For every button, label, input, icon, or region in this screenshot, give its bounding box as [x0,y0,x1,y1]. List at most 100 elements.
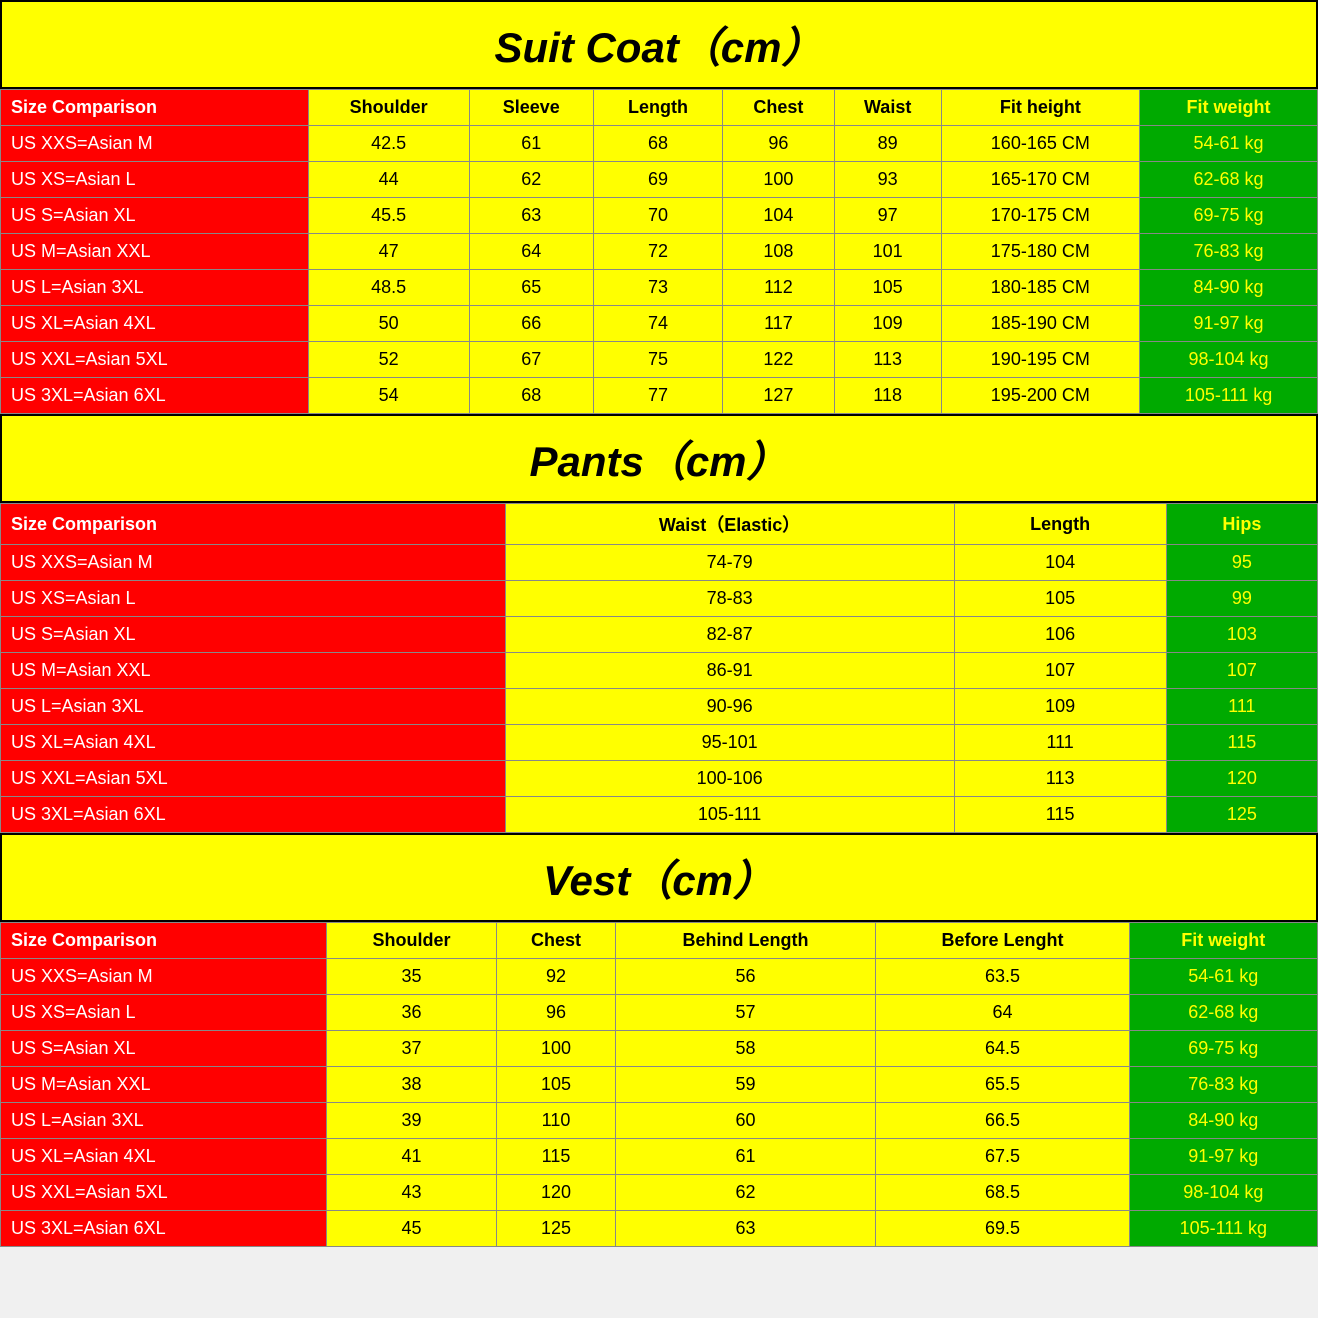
pants-header-1: Waist（Elastic） [505,504,954,545]
table-cell: 69 [593,162,722,198]
table-cell: 65 [469,270,593,306]
suit-coat-header-2: Sleeve [469,90,593,126]
table-cell: US 3XL=Asian 6XL [1,1211,327,1247]
pants-section: Pants（cm） Size Comparison Waist（Elastic）… [0,414,1318,833]
table-row: US XXL=Asian 5XL100-106113120 [1,761,1318,797]
table-cell: 105-111 kg [1140,378,1318,414]
table-cell: US XXS=Asian M [1,126,309,162]
table-cell: 98-104 kg [1129,1175,1317,1211]
pants-header-row: Size Comparison Waist（Elastic） Length Hi… [1,504,1318,545]
table-cell: 54-61 kg [1129,959,1317,995]
table-cell: 38 [326,1067,497,1103]
table-cell: 115 [497,1139,615,1175]
table-cell: US S=Asian XL [1,198,309,234]
table-cell: 82-87 [505,617,954,653]
table-cell: 84-90 kg [1140,270,1318,306]
table-row: US XS=Asian L78-8310599 [1,581,1318,617]
table-cell: 35 [326,959,497,995]
table-row: US S=Asian XL371005864.569-75 kg [1,1031,1318,1067]
table-cell: US XL=Asian 4XL [1,306,309,342]
table-row: US XXL=Asian 5XL431206268.598-104 kg [1,1175,1318,1211]
table-cell: 99 [1166,581,1317,617]
table-cell: 62 [615,1175,876,1211]
table-cell: US XL=Asian 4XL [1,1139,327,1175]
table-cell: 63 [469,198,593,234]
table-cell: 106 [954,617,1166,653]
vest-header-3: Behind Length [615,923,876,959]
table-cell: US 3XL=Asian 6XL [1,797,506,833]
suit-coat-header-0: Size Comparison [1,90,309,126]
table-row: US M=Asian XXL381055965.576-83 kg [1,1067,1318,1103]
suit-coat-header-6: Fit height [941,90,1139,126]
table-cell: US XS=Asian L [1,162,309,198]
vest-header-0: Size Comparison [1,923,327,959]
table-cell: 97 [834,198,941,234]
table-cell: 104 [723,198,835,234]
table-cell: US XXL=Asian 5XL [1,1175,327,1211]
table-cell: 115 [954,797,1166,833]
table-cell: 117 [723,306,835,342]
table-cell: 113 [834,342,941,378]
vest-header-5: Fit weight [1129,923,1317,959]
vest-title: Vest（cm） [0,833,1318,922]
table-cell: US XXS=Asian M [1,545,506,581]
table-cell: 109 [834,306,941,342]
table-row: US XS=Asian L3696576462-68 kg [1,995,1318,1031]
table-cell: 61 [615,1139,876,1175]
suit-coat-header-7: Fit weight [1140,90,1318,126]
vest-header-1: Shoulder [326,923,497,959]
suit-coat-header-3: Length [593,90,722,126]
pants-title: Pants（cm） [0,414,1318,503]
table-cell: 195-200 CM [941,378,1139,414]
table-cell: 64 [876,995,1129,1031]
table-cell: 95 [1166,545,1317,581]
table-cell: 75 [593,342,722,378]
pants-header-0: Size Comparison [1,504,506,545]
table-cell: 107 [1166,653,1317,689]
table-cell: 125 [1166,797,1317,833]
table-cell: 104 [954,545,1166,581]
table-row: US 3XL=Asian 6XL546877127118195-200 CM10… [1,378,1318,414]
table-cell: 160-165 CM [941,126,1139,162]
suit-coat-header-5: Waist [834,90,941,126]
table-row: US XXL=Asian 5XL526775122113190-195 CM98… [1,342,1318,378]
pants-header-3: Hips [1166,504,1317,545]
table-cell: 108 [723,234,835,270]
table-cell: 107 [954,653,1166,689]
table-cell: 185-190 CM [941,306,1139,342]
table-cell: 68 [593,126,722,162]
table-cell: 44 [308,162,469,198]
table-cell: 105 [834,270,941,306]
table-cell: US XL=Asian 4XL [1,725,506,761]
table-cell: 54 [308,378,469,414]
table-cell: 92 [497,959,615,995]
table-cell: 95-101 [505,725,954,761]
table-cell: 105 [954,581,1166,617]
table-cell: 113 [954,761,1166,797]
table-cell: 63 [615,1211,876,1247]
table-cell: 72 [593,234,722,270]
table-row: US XXS=Asian M74-7910495 [1,545,1318,581]
table-cell: 62-68 kg [1140,162,1318,198]
table-cell: 98-104 kg [1140,342,1318,378]
suit-coat-body: US XXS=Asian M42.561689689160-165 CM54-6… [1,126,1318,414]
table-cell: 74 [593,306,722,342]
table-cell: 57 [615,995,876,1031]
table-cell: 69-75 kg [1140,198,1318,234]
table-cell: 93 [834,162,941,198]
table-cell: 67 [469,342,593,378]
table-cell: 127 [723,378,835,414]
table-cell: 61 [469,126,593,162]
table-cell: 111 [1166,689,1317,725]
table-cell: 84-90 kg [1129,1103,1317,1139]
table-cell: 109 [954,689,1166,725]
table-cell: 111 [954,725,1166,761]
suit-coat-title: Suit Coat（cm） [0,0,1318,89]
table-cell: 170-175 CM [941,198,1139,234]
table-cell: 122 [723,342,835,378]
pants-header-2: Length [954,504,1166,545]
table-row: US XXS=Asian M35925663.554-61 kg [1,959,1318,995]
table-cell: 91-97 kg [1140,306,1318,342]
table-cell: 105-111 [505,797,954,833]
table-cell: 60 [615,1103,876,1139]
